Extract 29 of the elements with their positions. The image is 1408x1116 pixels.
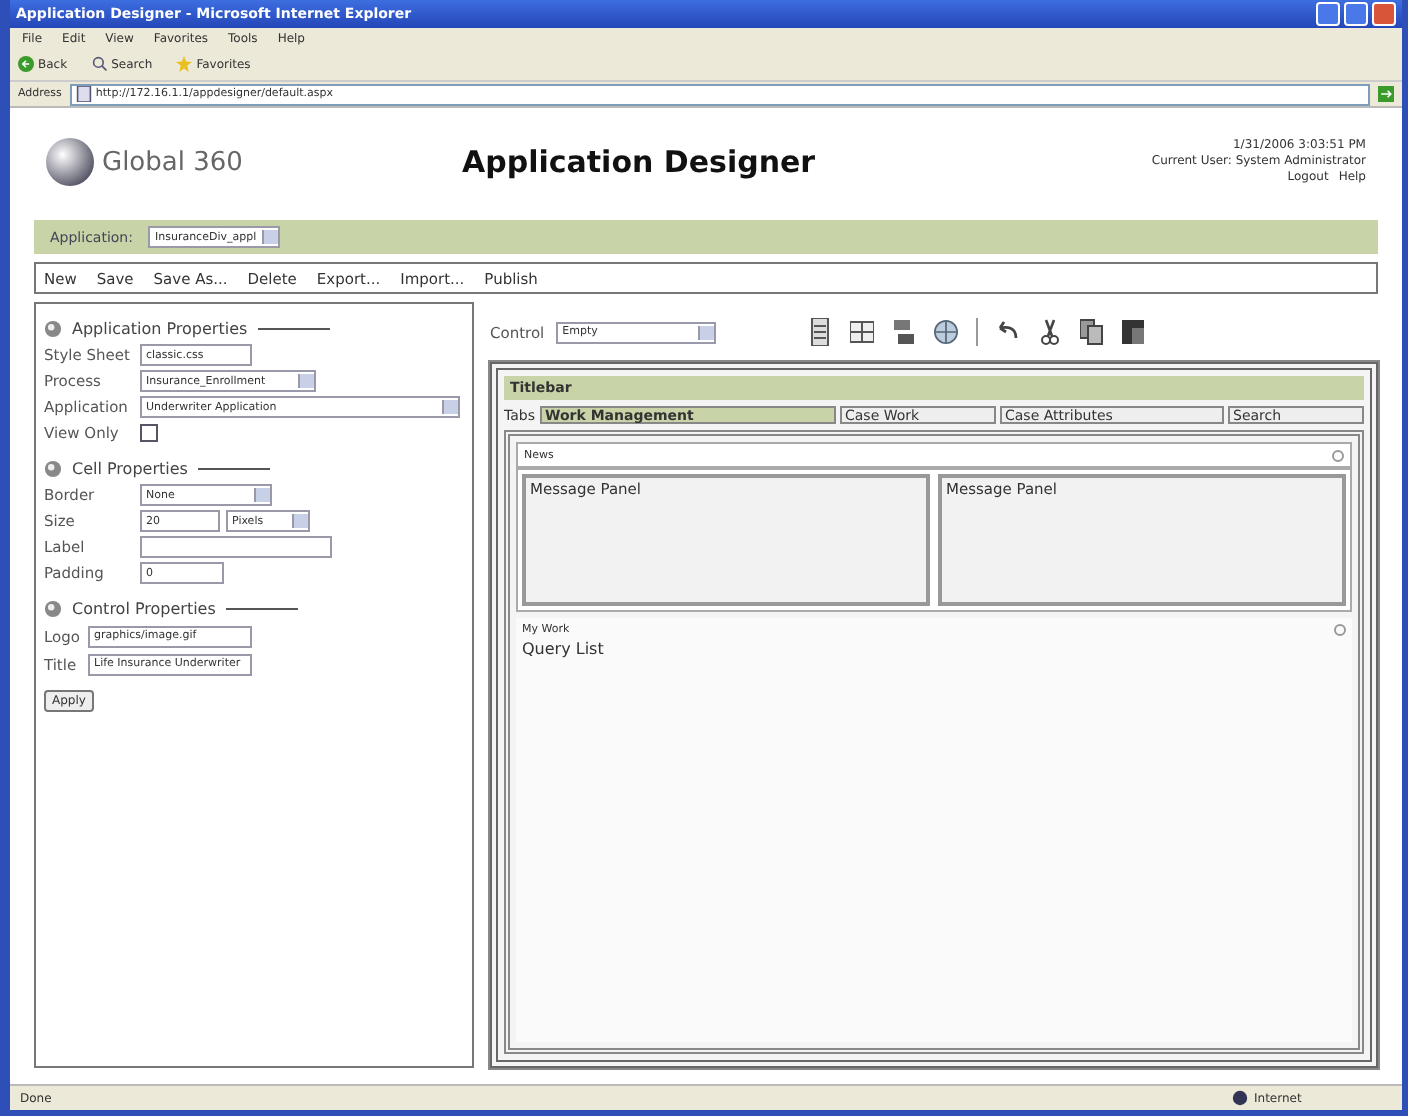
scissors-icon[interactable]	[1038, 318, 1063, 346]
paste-icon[interactable]	[1122, 318, 1147, 346]
globe-logo-icon	[46, 138, 94, 186]
star-icon	[176, 56, 193, 72]
minimize-button[interactable]	[1316, 2, 1340, 26]
search-icon	[91, 56, 108, 72]
logo-text: Global 360	[102, 147, 243, 177]
expand-icon[interactable]	[1334, 623, 1346, 635]
copy-icon[interactable]	[1080, 318, 1105, 346]
section-bullet-icon	[44, 599, 62, 617]
section-title: Control Properties	[72, 599, 216, 617]
panel-label: Query List	[520, 640, 606, 658]
section-title: Cell Properties	[72, 459, 188, 477]
checkbox[interactable]	[140, 424, 158, 442]
text-field[interactable]	[140, 536, 332, 558]
go-button[interactable]	[1378, 86, 1394, 102]
expand-icon[interactable]	[1332, 449, 1344, 461]
go-arrow-icon	[1378, 86, 1394, 102]
back-arrow-icon	[18, 56, 34, 72]
document-icon[interactable]	[808, 318, 833, 346]
stack-icon[interactable]	[892, 318, 917, 346]
section-title: Application Properties	[72, 319, 248, 337]
close-button[interactable]	[1372, 2, 1396, 26]
page-icon	[75, 86, 92, 102]
section-bullet-icon	[44, 319, 62, 337]
section-bullet-icon	[44, 459, 62, 477]
grid-icon[interactable]	[850, 318, 875, 346]
page-title: Application Designer	[462, 144, 818, 180]
maximize-button[interactable]	[1344, 2, 1368, 26]
